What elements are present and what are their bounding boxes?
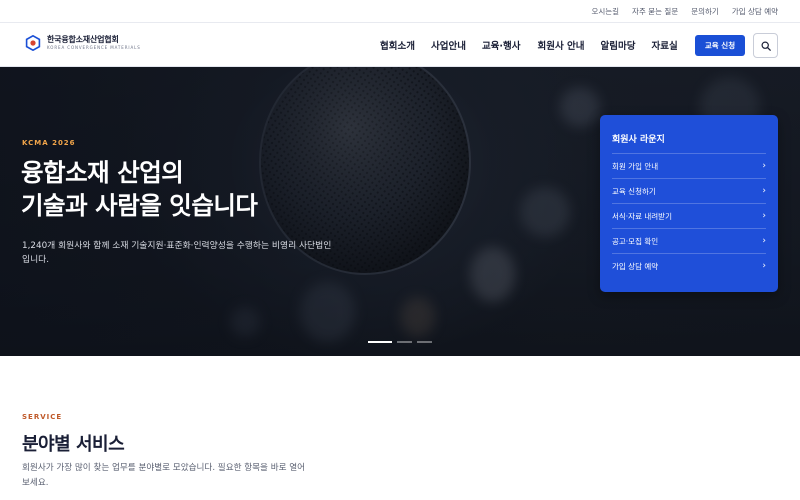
nav-item-business[interactable]: 사업안내 [431, 38, 466, 52]
search-button[interactable] [753, 33, 778, 58]
chevron-right-icon: › [762, 261, 766, 271]
slider-pagination [368, 341, 432, 343]
main-nav: 협회소개 사업안내 교육·행사 회원사 안내 알림마당 자료실 [380, 23, 678, 67]
slide-dot-1[interactable] [368, 341, 392, 343]
nav-item-about[interactable]: 협회소개 [380, 38, 415, 52]
utility-bar: 오시는길 자주 묻는 질문 문의하기 가입 상담 예약 [0, 0, 800, 23]
site-header: 한국융합소재산업협회 KOREA CONVERGENCE MATERIALS 협… [0, 23, 800, 67]
hero-eyebrow: KCMA 2026 [22, 139, 76, 147]
lounge-item-education[interactable]: 교육 신청하기 › [612, 178, 766, 203]
chevron-right-icon: › [762, 186, 766, 196]
util-link-consult[interactable]: 가입 상담 예약 [732, 6, 778, 17]
lounge-title: 회원사 라운지 [612, 135, 665, 145]
service-description: 회원사가 가장 많이 찾는 업무를 분야별로 모았습니다. 필요한 항목을 바로… [22, 463, 306, 488]
logo-mark-icon [25, 35, 41, 51]
nav-item-members[interactable]: 회원사 안내 [538, 38, 585, 52]
hero-title-line-2: 기술과 사람을 잇습니다 [21, 190, 258, 220]
service-eyebrow: SERVICE [22, 413, 63, 421]
utility-links: 오시는길 자주 묻는 질문 문의하기 가입 상담 예약 [591, 0, 778, 23]
logo-text: 한국융합소재산업협회 KOREA CONVERGENCE MATERIALS [47, 36, 141, 50]
search-icon [760, 40, 771, 51]
chevron-right-icon: › [762, 236, 766, 246]
lounge-item-consult[interactable]: 가입 상담 예약 › [612, 253, 766, 278]
hero-description: 1,240개 회원사와 함께 소재 기술지원·표준화·인력양성을 수행하는 비영… [22, 241, 332, 266]
service-title: 분야별 서비스 [22, 434, 125, 455]
lounge-item-label: 회원 가입 안내 [612, 161, 659, 171]
hero-title-line-1: 융합소재 산업의 [21, 158, 184, 187]
lounge-item-downloads[interactable]: 서식·자료 내려받기 › [612, 203, 766, 228]
lounge-item-label: 교육 신청하기 [612, 186, 656, 196]
hero-title: 융합소재 산업의 기술과 사람을 잇습니다 [21, 157, 258, 222]
slide-dot-3[interactable] [417, 341, 432, 343]
lounge-item-announcements[interactable]: 공고·모집 확인 › [612, 228, 766, 253]
util-link-contact[interactable]: 문의하기 [691, 6, 719, 17]
logo-subtitle: KOREA CONVERGENCE MATERIALS [47, 45, 141, 50]
lounge-item-join[interactable]: 회원 가입 안내 › [612, 153, 766, 178]
site-logo[interactable]: 한국융합소재산업협회 KOREA CONVERGENCE MATERIALS [25, 35, 141, 51]
util-link-directions[interactable]: 오시는길 [591, 6, 619, 17]
education-apply-button[interactable]: 교육 신청 [695, 35, 745, 56]
lounge-item-label: 공고·모집 확인 [612, 236, 659, 246]
chevron-right-icon: › [762, 211, 766, 221]
slide-dot-2[interactable] [397, 341, 412, 343]
nav-item-notices[interactable]: 알림마당 [601, 38, 636, 52]
lounge-item-label: 서식·자료 내려받기 [612, 211, 672, 221]
logo-name: 한국융합소재산업협회 [47, 35, 119, 44]
chevron-right-icon: › [762, 161, 766, 171]
lounge-item-label: 가입 상담 예약 [612, 261, 659, 271]
util-link-faq[interactable]: 자주 묻는 질문 [632, 6, 678, 17]
nav-item-library[interactable]: 자료실 [652, 38, 678, 52]
member-lounge-card: 회원사 라운지 회원 가입 안내 › 교육 신청하기 › 서식·자료 내려받기 … [600, 115, 778, 292]
nav-item-education[interactable]: 교육·행사 [482, 38, 521, 52]
